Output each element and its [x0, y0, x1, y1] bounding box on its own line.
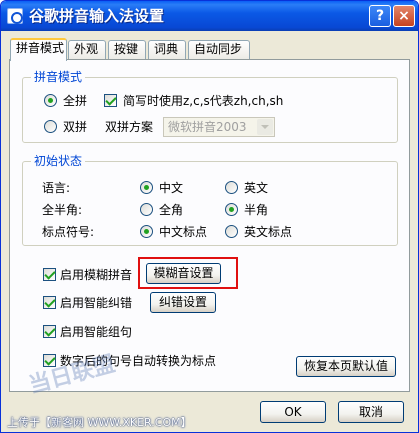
app-icon [7, 8, 23, 24]
chinese-punct-radio[interactable] [140, 225, 153, 238]
cancel-button[interactable]: 取消 [338, 401, 404, 423]
correction-settings-button[interactable]: 纠错设置 [150, 292, 216, 313]
chinese-punct-label: 中文标点 [159, 225, 208, 239]
full-width-radio[interactable] [140, 203, 153, 216]
scheme-select-value: 微软拼音2003 [168, 120, 247, 134]
full-width-label: 全角 [159, 203, 184, 217]
title-bar[interactable]: 谷歌拼音输入法设置 ? × [1, 1, 418, 31]
tab-auto-sync[interactable]: 自动同步 [188, 40, 250, 59]
pinyin-mode-group-title: 拼音模式 [31, 70, 86, 84]
watermark-text: 上传于【新客网 WWW.XKER.COM】 [7, 416, 192, 429]
tab-panel: 拼音模式 全拼 简写时使用z,c,s代表zh,ch,sh 双拼 双拼方案 微软拼… [9, 59, 410, 392]
scheme-label: 双拼方案 [105, 120, 154, 134]
language-english-label: 英文 [244, 181, 269, 195]
settings-window: 谷歌拼音输入法设置 ? × 拼音模式 外观 按键 词典 自动同步 拼音模式 全拼… [0, 0, 419, 433]
double-pinyin-radio[interactable] [44, 120, 57, 133]
smart-correction-label: 启用智能纠错 [60, 296, 133, 310]
scheme-select[interactable]: 微软拼音2003 [163, 117, 275, 137]
half-width-label: 半角 [244, 203, 269, 217]
smart-correction-checkbox[interactable] [43, 296, 56, 309]
smart-grouping-checkbox[interactable] [43, 325, 56, 338]
double-pinyin-label: 双拼 [63, 120, 88, 134]
smart-grouping-label: 启用智能组句 [60, 325, 133, 339]
ok-button[interactable]: OK [260, 401, 326, 423]
tab-keys[interactable]: 按键 [108, 40, 146, 59]
fuzzy-pinyin-checkbox[interactable] [43, 268, 56, 281]
width-label: 全半角: [42, 203, 83, 217]
help-button[interactable]: ? [369, 5, 391, 27]
tab-dictionary[interactable]: 词典 [148, 40, 186, 59]
tab-pinyin-mode[interactable]: 拼音模式 [10, 38, 67, 61]
full-pinyin-radio[interactable] [44, 94, 57, 107]
restore-defaults-button[interactable]: 恢复本页默认值 [296, 356, 396, 377]
annotation-highlight-box [138, 257, 238, 289]
chevron-down-icon [257, 119, 273, 135]
pinyin-mode-group: 拼音模式 全拼 简写时使用z,c,s代表zh,ch,sh 双拼 双拼方案 微软拼… [22, 70, 398, 143]
window-title: 谷歌拼音输入法设置 [29, 7, 165, 25]
language-chinese-radio[interactable] [140, 181, 153, 194]
half-width-radio[interactable] [225, 203, 238, 216]
tab-appearance[interactable]: 外观 [68, 40, 106, 59]
fuzzy-pinyin-label: 启用模糊拼音 [60, 268, 133, 282]
abbrev-checkbox[interactable] [104, 94, 117, 107]
punct-label: 标点符号: [42, 225, 95, 239]
full-pinyin-label: 全拼 [63, 94, 88, 108]
initial-state-group: 初始状态 语言: 中文 英文 全半角: 全角 半角 标点符号: 中文标点 英文标… [22, 154, 398, 246]
language-chinese-label: 中文 [159, 181, 184, 195]
initial-state-group-title: 初始状态 [31, 154, 86, 168]
english-punct-label: 英文标点 [244, 225, 293, 239]
language-english-radio[interactable] [225, 181, 238, 194]
language-label: 语言: [42, 181, 71, 195]
english-punct-radio[interactable] [225, 225, 238, 238]
abbrev-label: 简写时使用z,c,s代表zh,ch,sh [123, 94, 284, 108]
close-button[interactable]: × [393, 5, 415, 27]
